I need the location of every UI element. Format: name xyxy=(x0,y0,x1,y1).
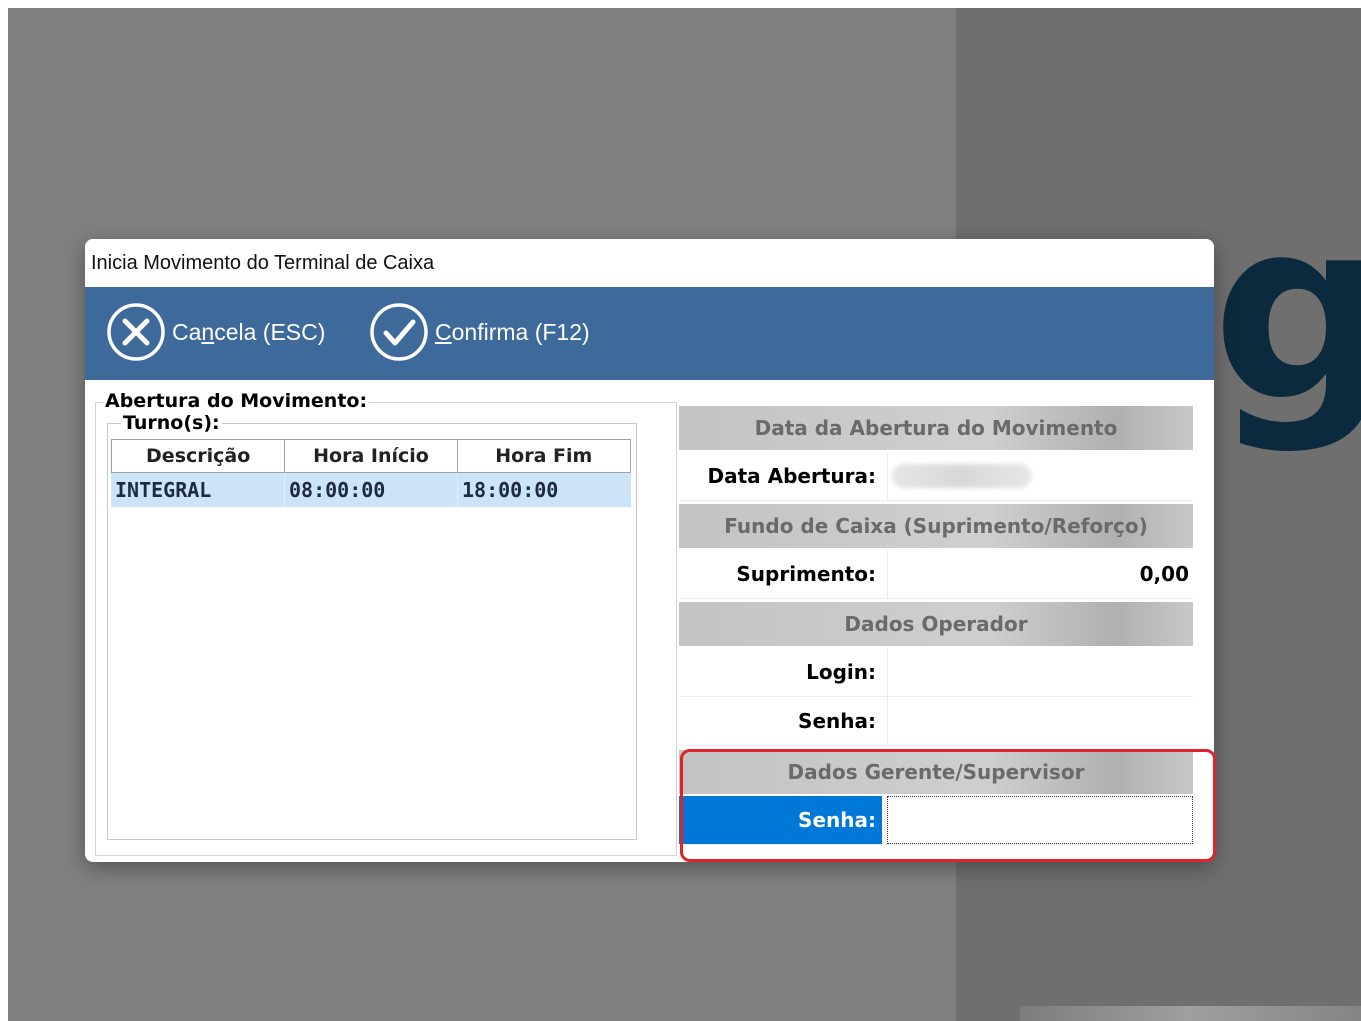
toolbar: Cancela (ESC) Confirma (F12) xyxy=(85,287,1214,380)
column-header-description[interactable]: Descrição xyxy=(111,439,285,473)
cancel-button[interactable]: Cancela (ESC) xyxy=(106,302,325,362)
movement-group-legend: Abertura do Movimento: xyxy=(103,390,370,412)
opening-date-label: Data Abertura: xyxy=(707,464,877,488)
shifts-grid[interactable]: Descrição Hora Início Hora Fim INTEGRAL … xyxy=(111,439,631,836)
redacted-date xyxy=(892,464,1032,488)
login-label: Login: xyxy=(806,660,876,684)
operator-password-label: Senha: xyxy=(798,709,876,733)
background-logo-fragment: g xyxy=(1212,165,1361,456)
manager-header: Dados Gerente/Supervisor xyxy=(679,750,1193,794)
manager-password-label: Senha: xyxy=(679,796,882,844)
cell-end-time: 18:00:00 xyxy=(462,478,559,502)
grid-header: Descrição Hora Início Hora Fim xyxy=(111,439,631,473)
shifts-group-legend: Turno(s): xyxy=(121,412,222,434)
cell-description: INTEGRAL xyxy=(111,473,285,507)
opening-date-row: Data Abertura: xyxy=(679,452,1193,501)
details-panel: Data da Abertura do Movimento Data Abert… xyxy=(679,406,1194,862)
background-strip xyxy=(1020,1006,1361,1021)
column-header-end-time[interactable]: Hora Fim xyxy=(456,439,631,473)
supply-label: Suprimento: xyxy=(736,562,876,586)
operator-password-row: Senha: xyxy=(679,697,1193,746)
confirm-button-label: Confirma (F12) xyxy=(435,318,590,345)
open-terminal-dialog: Inicia Movimento do Terminal de Caixa Ca… xyxy=(85,239,1214,862)
login-input[interactable] xyxy=(887,648,1193,696)
title-bar[interactable]: Inicia Movimento do Terminal de Caixa xyxy=(85,239,1214,287)
cancel-circle-icon xyxy=(107,303,165,361)
manager-password-input[interactable] xyxy=(887,796,1193,844)
opening-date-header: Data da Abertura do Movimento xyxy=(679,406,1193,450)
confirm-button[interactable]: Confirma (F12) xyxy=(369,302,590,362)
cash-fund-row: Suprimento: 0,00 xyxy=(679,550,1193,599)
cell-start-time: 08:00:00 xyxy=(285,473,458,507)
cash-fund-header: Fundo de Caixa (Suprimento/Reforço) xyxy=(679,504,1193,548)
operator-login-row: Login: xyxy=(679,648,1193,697)
check-circle-icon xyxy=(370,303,428,361)
operator-header: Dados Operador xyxy=(679,602,1193,646)
column-header-start-time[interactable]: Hora Início xyxy=(284,439,457,473)
table-row[interactable]: INTEGRAL 08:00:00 18:00:00 xyxy=(111,473,631,507)
manager-password-row: Senha: xyxy=(679,796,1193,845)
supply-input[interactable]: 0,00 xyxy=(887,550,1193,598)
dialog-title: Inicia Movimento do Terminal de Caixa xyxy=(91,252,435,274)
operator-password-input[interactable] xyxy=(887,697,1193,745)
cancel-button-label: Cancela (ESC) xyxy=(172,318,326,345)
opening-date-field[interactable] xyxy=(887,452,1193,500)
